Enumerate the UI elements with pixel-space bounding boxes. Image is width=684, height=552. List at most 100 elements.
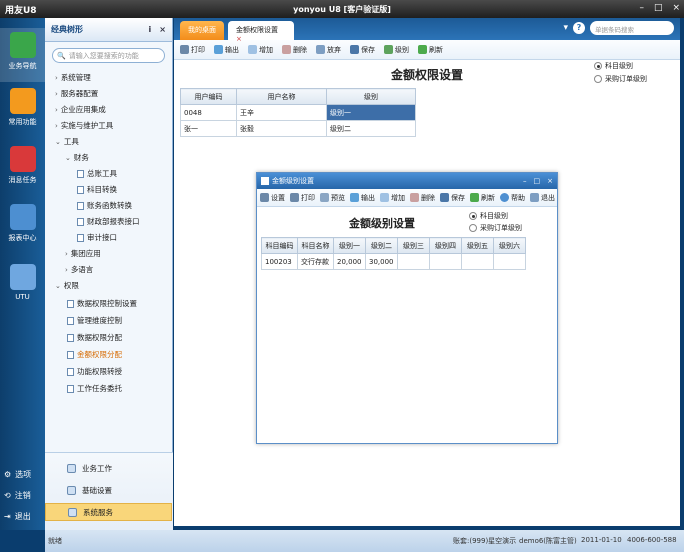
tree-item[interactable]: 财政部报表接口	[77, 216, 140, 227]
exit-button[interactable]: ⇥ 退出	[4, 511, 31, 522]
tree-item[interactable]: 审计接口	[77, 232, 117, 243]
launcher-messages[interactable]: 消息任务	[0, 146, 45, 185]
print-button[interactable]: 打印	[180, 45, 205, 55]
dialog-add-button[interactable]: 增加	[380, 193, 405, 203]
tree-item[interactable]: › 集团应用	[65, 248, 101, 259]
tree-item[interactable]: 数据权限分配	[67, 332, 122, 343]
dialog-radio-purchase-level[interactable]: 采购订单级别	[469, 223, 522, 233]
document-icon	[77, 217, 84, 226]
print-icon	[290, 193, 299, 202]
minimize-button[interactable]: –	[639, 3, 644, 13]
nav-footer: 业务工作 基础设置 系统服务	[45, 452, 173, 530]
level-button[interactable]: 级别	[384, 45, 409, 55]
basic-settings-button[interactable]: 基础设置	[57, 481, 161, 499]
system-service-button[interactable]: 系统服务	[45, 503, 172, 521]
dialog-exit-button[interactable]: 退出	[530, 193, 555, 203]
tree-item[interactable]: ⌄ 权限	[55, 280, 79, 291]
grid-header: 科目名称	[297, 237, 334, 254]
tree-item[interactable]: › 实施与维护工具	[55, 120, 113, 131]
table-row[interactable]: 0048 王辛 级别一	[180, 104, 416, 121]
tree-item[interactable]: › 多语言	[65, 264, 93, 275]
maximize-button[interactable]: □	[654, 3, 663, 13]
business-work-button[interactable]: 业务工作	[57, 459, 161, 477]
dialog-delete-button[interactable]: 删除	[410, 193, 435, 203]
launcher-business-nav[interactable]: 业务导航	[0, 28, 45, 82]
preview-button[interactable]: 预览	[320, 193, 345, 203]
document-icon	[67, 384, 74, 393]
dialog-print-button[interactable]: 打印	[290, 193, 315, 203]
radio-purchase-level[interactable]: 采购订单级别	[594, 74, 647, 84]
add-button[interactable]: 增加	[248, 45, 273, 55]
tree-item[interactable]: › 服务器配置	[55, 88, 98, 99]
refresh-button[interactable]: 刷新	[418, 45, 443, 55]
save-button[interactable]: 保存	[350, 45, 375, 55]
tree-item[interactable]: 功能权限转授	[67, 366, 122, 377]
barcode-search-input[interactable]: 单据条码搜索	[590, 21, 674, 35]
tree-item[interactable]: 数据权限控制设置	[67, 298, 137, 309]
dropdown-icon[interactable]: ▾	[563, 23, 568, 33]
tree-item[interactable]: ⌄ 财务	[65, 152, 89, 163]
dialog-close-icon[interactable]: ×	[547, 177, 553, 185]
dialog-titlebar[interactable]: 金额级别设置 – □ ×	[257, 173, 557, 189]
message-icon	[9, 146, 36, 172]
dialog-help-button[interactable]: 帮助	[500, 193, 525, 203]
nav-panel: 经典树形 ⅰ × 🔍 请输入您要搜索的功能 › 系统管理 › 服务器配置 › 企业应用集成…	[45, 18, 173, 530]
tree-item-selected[interactable]: 金额权限分配	[67, 349, 122, 360]
dialog-save-button[interactable]: 保存	[440, 193, 465, 203]
dialog-minimize-icon[interactable]: –	[523, 177, 527, 185]
table-row[interactable]: 100203 交行存款 20,000 30,000	[261, 253, 526, 270]
tree-item[interactable]: › 系统管理	[55, 72, 91, 83]
help-icon[interactable]: ?	[573, 22, 585, 34]
main-toolbar: 打印 输出 增加 删除 放弃 保存 级别 刷新	[174, 40, 680, 60]
dialog-radio-subject-level[interactable]: 科目级别	[469, 211, 522, 221]
grid-header: 级别六	[493, 237, 526, 254]
pin-icon[interactable]: ⅰ	[149, 25, 152, 34]
tree-item[interactable]: 总账工具	[77, 168, 117, 179]
tab-bar: 我的桌面 金额权限设置 × ▾ ? 单据条码搜索	[174, 18, 680, 43]
options-button[interactable]: ⚙ 选项	[4, 469, 31, 480]
tree-item[interactable]: 管理维度控制	[67, 315, 122, 326]
setup-button[interactable]: 设置	[260, 193, 285, 203]
document-icon	[77, 233, 84, 242]
launcher-common[interactable]: 常用功能	[0, 88, 45, 127]
delete-button[interactable]: 删除	[282, 45, 307, 55]
grid-header: 级别三	[397, 237, 430, 254]
tab-close-icon: ×	[236, 35, 242, 43]
tree-item[interactable]: 账务函数转换	[77, 200, 132, 211]
nav-close-icon[interactable]: ×	[159, 25, 166, 34]
status-account: 账套:(999)星空演示	[453, 537, 517, 545]
settings-icon	[67, 485, 76, 495]
dialog-level-radios: 科目级别 采购订单级别	[469, 211, 522, 235]
export-button[interactable]: 输出	[214, 45, 239, 55]
document-icon	[77, 185, 84, 194]
logout-icon: ⟲	[4, 491, 11, 500]
logout-button[interactable]: ⟲ 注销	[4, 490, 31, 501]
dialog-refresh-button[interactable]: 刷新	[470, 193, 495, 203]
permission-grid: 用户编码 用户名称 级别 0048 王辛 级别一 张一 张毅 级别二	[180, 88, 416, 137]
launcher-reports[interactable]: 报表中心	[0, 204, 45, 243]
dialog-toolbar: 设置 打印 预览 输出 增加 删除 保存 刷新 帮助 退出	[257, 189, 557, 207]
add-icon	[248, 45, 257, 54]
status-ready: 就绪	[48, 537, 62, 545]
table-row[interactable]: 张一 张毅 级别二	[180, 120, 416, 137]
document-icon	[67, 367, 74, 376]
document-icon	[67, 333, 74, 342]
document-icon	[67, 316, 74, 325]
nav-search-input[interactable]: 🔍 请输入您要搜索的功能	[52, 48, 165, 63]
tree-item[interactable]: ⌄ 工具	[55, 136, 79, 147]
delete-icon	[282, 45, 291, 54]
tab-desktop[interactable]: 我的桌面	[180, 21, 224, 40]
launcher-utu[interactable]: UTU	[0, 264, 45, 301]
grid-header: 科目编码	[261, 237, 298, 254]
discard-button[interactable]: 放弃	[316, 45, 341, 55]
radio-subject-level[interactable]: 科目级别	[594, 61, 647, 71]
tree-item[interactable]: 工作任务委托	[67, 383, 122, 394]
amount-level-dialog: 金额级别设置 – □ × 设置 打印 预览 输出 增加 删除 保存 刷新 帮助 退出…	[256, 172, 558, 444]
tree-item[interactable]: 科目转换	[77, 184, 117, 195]
dialog-export-button[interactable]: 输出	[350, 193, 375, 203]
dialog-maximize-icon[interactable]: □	[534, 177, 541, 185]
close-button[interactable]: ×	[672, 3, 680, 13]
gear-icon: ⚙	[4, 470, 12, 479]
tree-item[interactable]: › 企业应用集成	[55, 104, 106, 115]
tab-amount-permission[interactable]: 金额权限设置 ×	[228, 21, 294, 43]
